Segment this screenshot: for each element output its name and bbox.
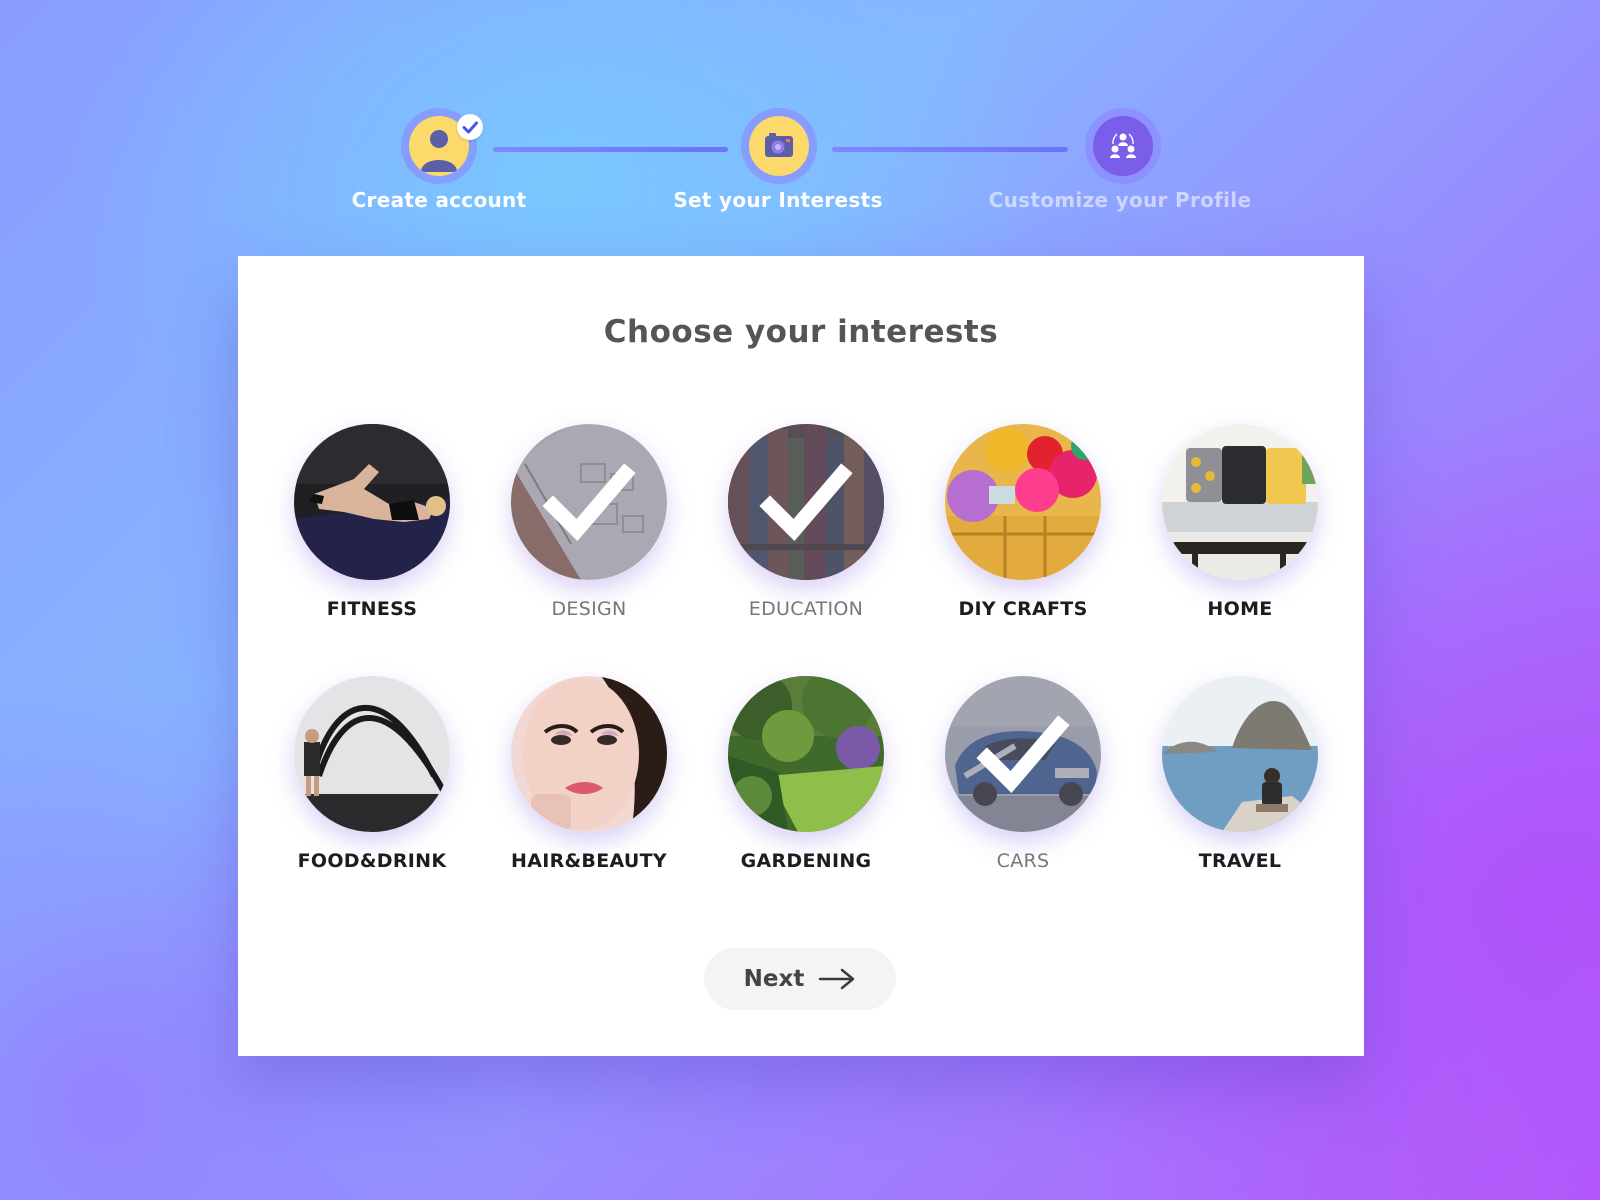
interest-label: HAIR&BEAUTY [511,850,667,872]
interest-label: DIY CRAFTS [958,598,1088,620]
diy-crafts-image [945,424,1101,580]
gardening-image [728,676,884,832]
page-title: Choose your interests [603,314,999,350]
people-icon [1093,116,1153,176]
checkmark-icon [976,715,1070,794]
progress-stepper: Create account Set your Interests Custom… [0,0,1600,240]
food-drink-image [294,676,450,832]
interest-label: GARDENING [740,850,872,872]
design-image [511,424,667,580]
interest-travel[interactable]: TRAVEL [1140,676,1340,886]
interest-label: TRAVEL [1198,850,1282,872]
fitness-image [294,424,450,580]
camera-icon [749,116,809,176]
interest-fitness[interactable]: FITNESS [272,424,472,634]
interest-home[interactable]: HOME [1140,424,1340,634]
interest-hair-beauty[interactable]: HAIR&BEAUTY [489,676,689,886]
interest-label: EDUCATION [748,598,864,620]
interest-gardening[interactable]: GARDENING [706,676,906,886]
step-connector-2 [832,147,1068,152]
interest-food-drink[interactable]: FOOD&DRINK [272,676,472,886]
next-button[interactable]: Next [704,948,896,1010]
interest-label: FITNESS [326,598,418,620]
interest-label: HOME [1207,598,1273,620]
home-image [1162,424,1318,580]
step-label: Customize your Profile [988,188,1252,212]
step-connector-1 [493,147,728,152]
step-label: Create account [351,188,527,212]
interest-design[interactable]: DESIGN [489,424,689,634]
interests-card: Choose your interests FITNESS DESIGN EDU… [238,256,1364,1056]
interest-diy-crafts[interactable]: DIY CRAFTS [923,424,1123,634]
cars-image [945,676,1101,832]
step-label: Set your Interests [673,188,883,212]
interest-label: FOOD&DRINK [297,850,447,872]
checkmark-icon [759,463,853,542]
interest-education[interactable]: EDUCATION [706,424,906,634]
check-icon [457,114,483,140]
interest-cars[interactable]: CARS [923,676,1123,886]
travel-image [1162,676,1318,832]
hair-beauty-image [511,676,667,832]
education-image [728,424,884,580]
arrow-right-icon [819,968,855,990]
interest-label: DESIGN [551,598,627,620]
next-button-label: Next [743,966,805,992]
interest-label: CARS [996,850,1050,872]
checkmark-icon [542,463,636,542]
